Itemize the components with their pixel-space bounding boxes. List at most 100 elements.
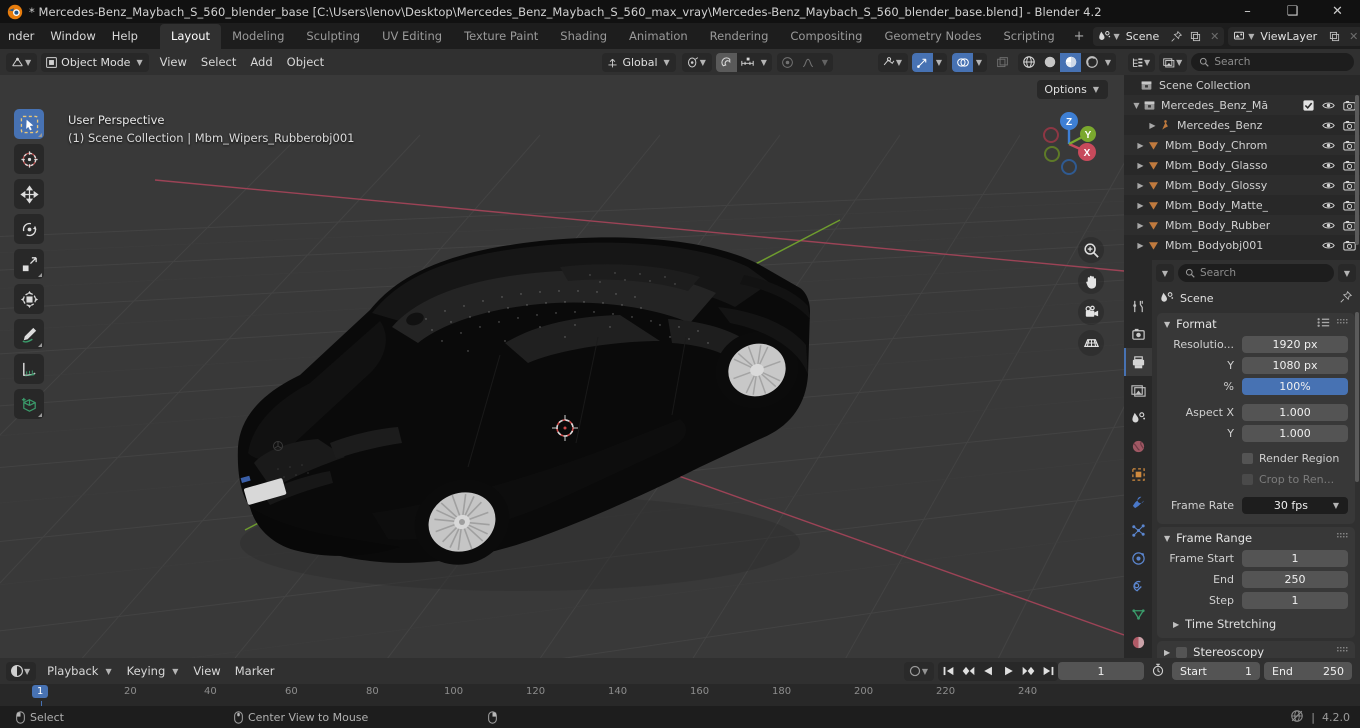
current-frame-field[interactable]: 1 [1058,662,1144,680]
tab-rendering[interactable]: Rendering [699,24,780,49]
timeline-editor[interactable]: ▼ Playback ▼ Keying ▼ View Marker ▼ 1 St… [0,658,1360,706]
disclosure-closed-icon[interactable]: ▶ [1146,121,1159,130]
show-gizmo-group[interactable]: ▼ [912,52,947,72]
outliner-filter-chevron-down-icon[interactable]: ▼ [1176,58,1184,67]
auto-keying-button[interactable]: ▼ [903,661,934,681]
toggle-ortho-icon[interactable] [1078,330,1104,356]
3d-viewport[interactable]: ▼ Object Mode ▼ View Select Add Object G… [0,49,1124,658]
outliner-row-item[interactable]: ▶ Mbm_Body_Rubber [1124,215,1360,235]
tool-expand-corner[interactable] [38,273,42,277]
snap-chevron-down-icon[interactable]: ▼ [758,53,772,72]
eye-icon[interactable] [1322,240,1335,251]
disclosure-closed-icon[interactable]: ▶ [1134,141,1147,150]
properties-search-input[interactable]: Search [1178,264,1334,282]
remove-viewlayer-button[interactable]: ✕ [1344,27,1360,46]
shading-chevron-down-icon[interactable]: ▼ [1102,53,1116,72]
editor-type-button[interactable]: ▼ [6,52,38,72]
time-stretching-subpanel-header[interactable]: ▶ Time Stretching [1157,614,1355,631]
aspect-x-field[interactable]: 1.000 [1242,404,1348,421]
properties-tab-object[interactable] [1124,460,1152,488]
resolution-x-field[interactable]: 1920 px [1242,336,1348,353]
tab-uv-editing[interactable]: UV Editing [371,24,453,49]
eye-icon[interactable] [1322,100,1335,111]
eye-icon[interactable] [1322,160,1335,171]
eye-icon[interactable] [1322,140,1335,151]
zoom-icon[interactable] [1078,237,1104,263]
frame-step-field[interactable]: 1 [1242,592,1348,609]
outliner-mode-chevron-down-icon[interactable]: ▼ [1144,58,1152,67]
outliner-row-item[interactable]: ▶ Mbm_Body_Matte_ [1124,195,1360,215]
disclosure-closed-icon[interactable]: ▶ [1134,161,1147,170]
interaction-mode-selector[interactable]: Object Mode ▼ [41,52,149,72]
scene-chevron-down-icon[interactable]: ▼ [1113,32,1124,41]
timeline-menu-view[interactable]: View [186,661,227,681]
tool-expand-corner[interactable] [38,133,42,137]
prev-keyframe-icon[interactable] [958,662,978,681]
timeline-menu-playback[interactable]: Playback [40,661,105,681]
close-button[interactable]: ✕ [1315,0,1360,23]
aspect-y-field[interactable]: 1.000 [1242,425,1348,442]
visibility-chevron-down-icon[interactable]: ▼ [896,58,904,67]
tool-transform[interactable] [14,284,44,314]
viewlayer-selector[interactable]: ▼ ViewLayer ✕ [1228,26,1360,46]
proportional-editing-icon[interactable] [777,53,798,72]
resolution-y-row[interactable]: Y 1080 px [1157,356,1348,375]
eye-icon[interactable] [1322,200,1335,211]
frame-start-field[interactable]: Start 1 [1172,662,1260,680]
frame-rate-dropdown[interactable]: 30 fps ▼ [1242,497,1348,514]
disclosure-open-icon[interactable]: ▼ [1130,101,1143,110]
rendered-shading-icon[interactable] [1081,53,1102,72]
timeline-editor-chevron-down-icon[interactable]: ▼ [24,667,32,676]
falloff-curve-icon[interactable] [798,53,819,72]
jump-start-icon[interactable] [938,662,958,681]
tab-scripting[interactable]: Scripting [993,24,1066,49]
panel-drag-handle-icon[interactable] [1337,317,1348,331]
eye-icon[interactable] [1322,180,1335,191]
disclosure-closed-icon[interactable]: ▶ [1134,181,1147,190]
new-scene-button[interactable] [1186,27,1205,46]
properties-tab-modifier[interactable] [1124,488,1152,516]
properties-filter-chevron-icon[interactable]: ▼ [1156,264,1174,282]
orientation-chevron-down-icon[interactable]: ▼ [664,58,672,67]
material-preview-shading-icon[interactable] [1060,52,1081,72]
frame-start-row[interactable]: Frame Start 1 [1157,549,1348,568]
tab-modeling[interactable]: Modeling [221,24,295,49]
pin-icon[interactable] [1167,27,1186,46]
frame-end-field[interactable]: End 250 [1264,662,1352,680]
tab-layout[interactable]: Layout [159,23,222,49]
tool-add-cube[interactable] [14,389,44,419]
tab-animation[interactable]: Animation [618,24,699,49]
snap-magnet-icon[interactable] [715,52,737,72]
panel-closed-chevron-icon[interactable]: ▶ [1164,648,1170,657]
tool-annotate[interactable] [14,319,44,349]
panel-drag-handle-icon[interactable] [1337,645,1348,659]
playback-chevron-down-icon[interactable]: ▼ [105,667,113,676]
add-workspace-button[interactable]: + [1066,26,1093,47]
resolution-x-row[interactable]: Resolutio... 1920 px [1157,335,1348,354]
viewport-menu-select[interactable]: Select [194,52,243,72]
outliner-search-input[interactable]: Search [1191,53,1354,71]
outliner-display-mode-button[interactable]: ▼ [1128,52,1156,72]
tool-tweak-select-box[interactable] [14,109,44,139]
camera-view-icon[interactable] [1078,299,1104,325]
outliner-filter-button[interactable]: ▼ [1159,52,1188,72]
timeline-menu-keying[interactable]: Keying [120,661,173,681]
aspect-y-row[interactable]: Y 1.000 [1157,424,1348,443]
snap-to-increment-icon[interactable] [737,53,758,72]
playback-controls[interactable] [938,661,1058,681]
outliner-tree[interactable]: Scene Collection ▼ Mercedes_Benz_Mā ▶ Me… [1124,75,1360,255]
snapping-group[interactable]: ▼ [715,52,772,72]
outliner-row-item[interactable]: ▶ Mercedes_Benz [1124,115,1360,135]
wireframe-shading-icon[interactable] [1018,53,1039,72]
properties-tab-scene[interactable] [1124,404,1152,432]
outliner-row-item[interactable]: ▼ Mercedes_Benz_Mā [1124,95,1360,115]
preset-list-icon[interactable] [1317,317,1330,331]
properties-tab-tool[interactable] [1124,292,1152,320]
editor-type-chevron-down-icon[interactable]: ▼ [25,58,33,67]
timeline-editor-type-button[interactable]: ▼ [6,661,37,681]
panel-drag-handle-icon[interactable] [1337,531,1348,545]
play-reverse-icon[interactable] [978,662,998,681]
checkbox-checked-icon[interactable] [1303,99,1314,111]
scene-selector[interactable]: ▼ Scene ✕ [1092,26,1225,46]
properties-tab-constraints[interactable] [1124,572,1152,600]
